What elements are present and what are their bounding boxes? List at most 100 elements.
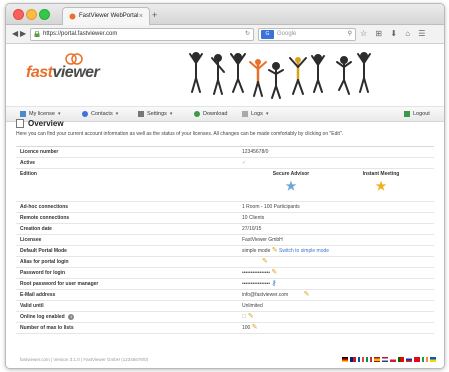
search-input[interactable]: G Google ⚲ bbox=[258, 28, 356, 41]
lock-icon bbox=[34, 31, 40, 37]
document-icon bbox=[16, 119, 24, 128]
row-value: info@fastviewer.com ✎ bbox=[242, 290, 309, 300]
logout-icon bbox=[404, 111, 410, 117]
settings-icon bbox=[138, 111, 144, 117]
page-header: fastviewer bbox=[6, 44, 444, 107]
row-label: Remote connections bbox=[20, 215, 70, 221]
tab-close-icon[interactable]: × bbox=[139, 8, 143, 25]
new-tab-button[interactable]: + bbox=[152, 8, 157, 22]
logo-viewer: viewer bbox=[52, 64, 100, 81]
row-value: ☐ ✎ bbox=[242, 312, 254, 322]
table-row: Root password for user manager •••••••••… bbox=[16, 279, 434, 290]
minimize-window-button[interactable] bbox=[26, 9, 37, 20]
row-label: Valid until bbox=[20, 303, 44, 309]
edit-pencil-icon[interactable]: ✎ bbox=[304, 290, 310, 300]
flag-fr-icon[interactable] bbox=[358, 357, 364, 362]
edition-name: Secure Advisor bbox=[272, 171, 310, 177]
edition-secure-advisor: Secure Advisor ★ bbox=[256, 169, 326, 193]
overview-title: Overview bbox=[28, 119, 64, 128]
search-placeholder: Google bbox=[277, 31, 297, 37]
reload-icon[interactable]: ↻ bbox=[245, 29, 250, 40]
row-label: Ad-hoc connections bbox=[20, 204, 69, 210]
url-text: https://portal.fastviewer.com bbox=[43, 31, 118, 37]
flag-it-icon[interactable] bbox=[366, 357, 372, 362]
flag-es-icon[interactable] bbox=[374, 357, 380, 362]
row-label: Edition bbox=[20, 171, 37, 177]
flag-ua-icon[interactable] bbox=[430, 357, 436, 362]
search-engine-icon[interactable]: G bbox=[261, 30, 274, 39]
logo-fast: fast bbox=[26, 64, 53, 81]
info-icon[interactable]: i bbox=[68, 313, 75, 320]
row-label: E-Mail address bbox=[20, 292, 56, 298]
row-label: Root password for user manager bbox=[20, 281, 99, 287]
edit-pencil-icon[interactable]: ✎ bbox=[252, 323, 258, 333]
license-table: Licence number 12345678/0 Active ✓ Editi… bbox=[16, 146, 434, 334]
row-value: •••••••••••••••• ✎ bbox=[242, 268, 277, 278]
page-title: Overview bbox=[16, 119, 434, 128]
table-row: Password for login •••••••••••••••• ✎ bbox=[16, 268, 434, 279]
table-row: Remote connections 10 Clients bbox=[16, 213, 434, 224]
edition-name: Instant Meeting bbox=[362, 171, 400, 177]
edit-pencil-icon[interactable]: ✎ bbox=[262, 257, 268, 267]
contacts-icon bbox=[82, 111, 88, 117]
fastviewer-logo[interactable]: fastviewer bbox=[26, 64, 100, 82]
close-window-button[interactable] bbox=[13, 9, 24, 20]
row-value: •••••••••••••••• ⚷ bbox=[242, 279, 277, 289]
table-row: Creation date 27/10/15 bbox=[16, 224, 434, 235]
star-icon: ★ bbox=[285, 179, 297, 193]
table-row: Active ✓ bbox=[16, 158, 434, 169]
edit-pencil-icon[interactable]: ✎ bbox=[272, 246, 278, 256]
online-log-label: Online log enabled bbox=[20, 314, 65, 320]
flag-pt-icon[interactable] bbox=[398, 357, 404, 362]
key-icon[interactable]: ⚷ bbox=[271, 280, 276, 287]
row-label: Online log enabled i bbox=[20, 312, 75, 322]
table-row: Ad-hoc connections 1 Room - 100 Particip… bbox=[16, 202, 434, 213]
flag-nl-icon[interactable] bbox=[382, 357, 388, 362]
switch-mode-link[interactable]: Switch to simple mode bbox=[279, 248, 329, 254]
flag-tr-icon[interactable] bbox=[414, 357, 420, 362]
table-row: Edition Secure Advisor ★ Instant Meeting… bbox=[16, 169, 434, 202]
toolbar-icons[interactable]: ☆ ⊞ ⬇ ⌂ ☰ bbox=[360, 28, 428, 40]
table-row: Online log enabled i ☐ ✎ bbox=[16, 312, 434, 323]
email-value: info@fastviewer.com bbox=[242, 292, 289, 298]
browser-window: FastViewer WebPortal × + ◀ ▶ https://por… bbox=[5, 3, 445, 369]
logs-icon bbox=[242, 111, 248, 117]
flag-en-icon[interactable] bbox=[350, 357, 356, 362]
password-value: •••••••••••••••• bbox=[242, 270, 271, 276]
edit-pencil-icon[interactable]: ✎ bbox=[271, 268, 277, 278]
row-label: Creation date bbox=[20, 226, 52, 232]
overview-section: Overview Here you can find your current … bbox=[16, 119, 434, 137]
table-row: E-Mail address info@fastviewer.com ✎ bbox=[16, 290, 434, 301]
portal-mode-value: simple mode bbox=[242, 248, 271, 254]
row-label: Password for login bbox=[20, 270, 66, 276]
forward-icon[interactable]: ▶ bbox=[20, 28, 26, 40]
maximize-window-button[interactable] bbox=[39, 9, 50, 20]
flag-ie-icon[interactable] bbox=[422, 357, 428, 362]
table-row: Licence number 12345678/0 bbox=[16, 147, 434, 158]
back-icon[interactable]: ◀ bbox=[12, 28, 18, 40]
row-value: simple mode ✎ Switch to simple mode bbox=[242, 246, 329, 256]
active-check-icon: ✓ bbox=[242, 160, 247, 166]
flag-de-icon[interactable] bbox=[342, 357, 348, 362]
table-row: Alias for portal login ✎ bbox=[16, 257, 434, 268]
row-value: Unlimited bbox=[242, 303, 263, 309]
magnifier-icon[interactable]: ⚲ bbox=[348, 29, 352, 40]
navigation-bar: ◀ ▶ https://portal.fastviewer.com ↻ G Go… bbox=[6, 25, 444, 44]
row-label: Licensee bbox=[20, 237, 42, 243]
edition-instant-meeting: Instant Meeting ★ bbox=[346, 169, 416, 193]
edit-pencil-icon[interactable]: ✎ bbox=[248, 312, 254, 322]
row-label: Licence number bbox=[20, 149, 59, 155]
flag-pl-icon[interactable] bbox=[390, 357, 396, 362]
table-row: Default Portal Mode simple mode ✎ Switch… bbox=[16, 246, 434, 257]
license-icon bbox=[20, 111, 26, 117]
language-flags bbox=[342, 357, 436, 362]
max-lists-value: 100 bbox=[242, 325, 251, 331]
row-value: FastViewer GmbH bbox=[242, 237, 283, 243]
address-bar[interactable]: https://portal.fastviewer.com ↻ bbox=[30, 28, 254, 41]
jumping-people-image bbox=[189, 52, 371, 99]
star-icon: ★ bbox=[375, 179, 387, 193]
flag-ru-icon[interactable] bbox=[406, 357, 412, 362]
browser-tab[interactable]: FastViewer WebPortal × bbox=[62, 7, 150, 25]
checkbox-icon[interactable]: ☐ bbox=[242, 314, 246, 320]
root-password-value: •••••••••••••••• bbox=[242, 281, 271, 287]
